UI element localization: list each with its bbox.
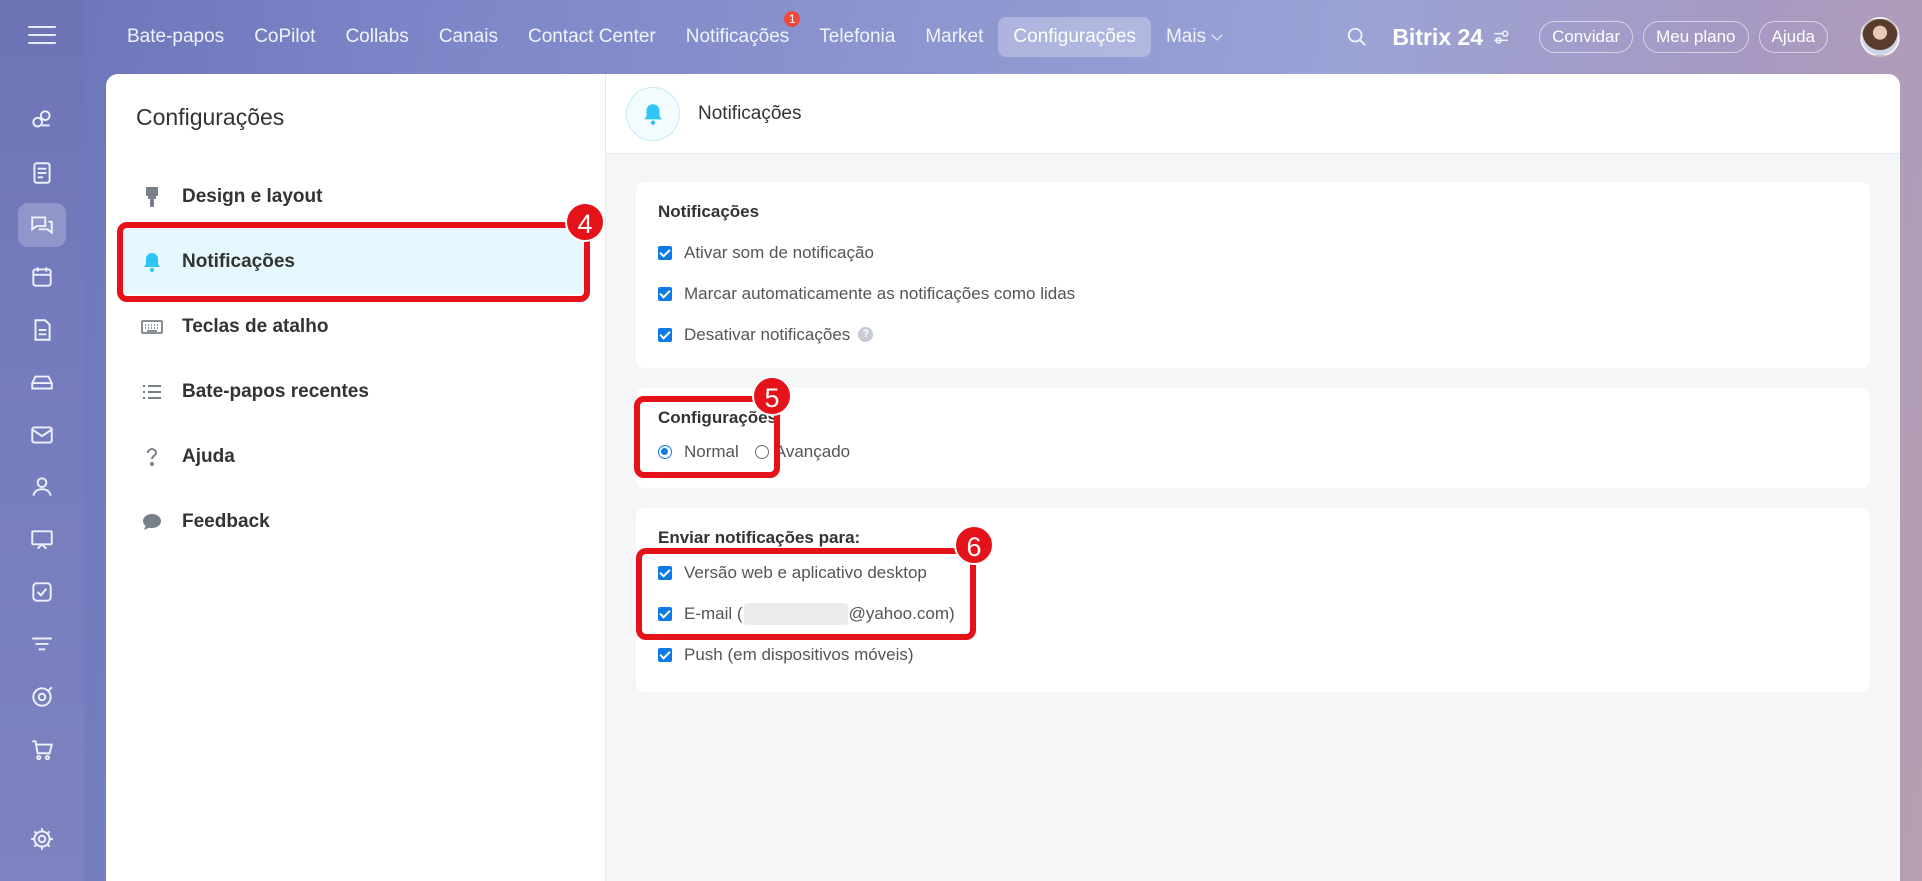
checkbox-checked[interactable] (658, 647, 672, 662)
drive-icon[interactable] (18, 360, 66, 404)
option-sound[interactable]: Ativar som de notificação (658, 232, 1848, 273)
clock-sliders-icon[interactable] (1491, 27, 1511, 47)
invite-button[interactable]: Convidar (1539, 21, 1634, 53)
bell-icon (626, 86, 680, 141)
option-label: Desativar notificações (684, 324, 851, 344)
avatar[interactable] (1860, 17, 1900, 57)
settings-sidebar: Configurações Design e layout Notificaçõ… (106, 74, 606, 881)
content-header: Notificações (606, 74, 1900, 154)
nav-contact-center[interactable]: Contact Center (513, 17, 671, 57)
sidebar-item-label: Feedback (182, 510, 270, 532)
notification-count-badge: 1 (784, 11, 801, 27)
sidebar-item-label: Notificações (182, 250, 295, 272)
sidebar-item-label: Teclas de atalho (182, 315, 329, 337)
option-label-prefix: E-mail ( (684, 603, 743, 623)
radio-advanced[interactable] (754, 445, 769, 459)
keyboard-icon (140, 315, 164, 339)
sidebar-item-label: Ajuda (182, 445, 235, 467)
left-rail (0, 0, 84, 881)
feed-icon[interactable] (18, 151, 66, 195)
copilot-icon[interactable] (18, 98, 66, 142)
page-title: Notificações (698, 102, 802, 124)
option-disable[interactable]: Desativar notificações ? (658, 314, 1848, 355)
settings-icon[interactable] (18, 817, 66, 861)
option-auto-read[interactable]: Marcar automaticamente as notificações c… (658, 273, 1848, 314)
sidebar-item-notificacoes[interactable]: Notificações (120, 229, 591, 294)
hamburger-icon[interactable] (28, 26, 56, 48)
checkbox-checked[interactable] (658, 245, 672, 260)
settings-panel: Configurações Design e layout Notificaçõ… (106, 74, 1900, 881)
notification-settings: Notificações Notificações Ativar som de … (606, 74, 1900, 881)
question-icon (140, 445, 164, 469)
send-to-card: Enviar notificações para: Versão web e a… (636, 508, 1870, 692)
tasks-icon[interactable] (18, 570, 66, 614)
option-label-suffix: @yahoo.com) (848, 603, 955, 623)
chevron-down-icon (1211, 29, 1223, 41)
sidebar-item-ajuda[interactable]: Ajuda (106, 424, 605, 489)
mode-options: Normal Avançado (658, 438, 1848, 466)
top-right-toolbar: Bitrix 24 Convidar Meu plano Ajuda (1346, 16, 1922, 58)
step-badge-4: 4 (565, 202, 605, 242)
nav-collabs[interactable]: Collabs (330, 17, 423, 57)
nav-notificacoes[interactable]: Notificações 1 (671, 11, 805, 57)
sidebar-item-label: Design e layout (182, 185, 323, 207)
option-push[interactable]: Push (em dispositivos móveis) (658, 634, 1848, 675)
nav-mais-label: Mais (1165, 26, 1207, 47)
contacts-icon[interactable] (18, 465, 66, 509)
bell-icon (140, 250, 164, 274)
checkbox-checked[interactable] (658, 565, 672, 580)
nav-copilot[interactable]: CoPilot (239, 17, 330, 57)
mail-icon[interactable] (18, 413, 66, 457)
option-label: Ativar som de notificação (684, 242, 874, 262)
radio-advanced-label[interactable]: Avançado (775, 442, 850, 462)
notifications-card: Notificações Ativar som de notificação M… (636, 182, 1870, 368)
top-navigation: Bate-papos CoPilot Collabs Canais Contac… (112, 11, 1236, 58)
nav-bate-papos[interactable]: Bate-papos (112, 17, 239, 57)
mode-card: Configurações Normal Avançado (636, 388, 1870, 488)
sidebar-item-design[interactable]: Design e layout (106, 164, 605, 229)
option-label: Versão web e aplicativo desktop (684, 562, 927, 582)
workgroups-icon[interactable] (18, 518, 66, 562)
checkbox-checked[interactable] (658, 327, 672, 342)
radio-normal-label[interactable]: Normal (684, 442, 739, 462)
nav-notificacoes-label: Notificações (685, 26, 790, 47)
help-button[interactable]: Ajuda (1758, 21, 1828, 53)
step-badge-5: 5 (752, 376, 792, 416)
brush-icon (140, 185, 164, 209)
sites-icon[interactable] (18, 675, 66, 719)
nav-telefonia[interactable]: Telefonia (804, 17, 910, 57)
redacted-email (743, 602, 848, 625)
documents-icon[interactable] (18, 308, 66, 352)
calendar-icon[interactable] (18, 255, 66, 299)
section-title: Configurações (658, 408, 778, 427)
section-title: Enviar notificações para: (658, 528, 861, 547)
help-icon[interactable]: ? (858, 327, 874, 342)
checkbox-checked[interactable] (658, 286, 672, 301)
nav-market[interactable]: Market (910, 17, 998, 57)
sidebar-item-label: Bate-papos recentes (182, 380, 369, 402)
step-badge-6: 6 (954, 525, 994, 565)
nav-mais[interactable]: Mais (1151, 17, 1236, 57)
sidebar-item-feedback[interactable]: Feedback (106, 489, 605, 554)
list-icon (140, 380, 164, 404)
sidebar-item-teclas[interactable]: Teclas de atalho (106, 294, 605, 359)
option-email[interactable]: E-mail ( @yahoo.com) (658, 593, 1848, 634)
my-plan-button[interactable]: Meu plano (1643, 21, 1749, 53)
section-title: Notificações (658, 202, 760, 221)
search-icon[interactable] (1346, 26, 1368, 48)
option-label: Marcar automaticamente as notificações c… (684, 283, 1076, 303)
option-label: Push (em dispositivos móveis) (684, 644, 914, 664)
nav-canais[interactable]: Canais (424, 17, 513, 57)
option-web[interactable]: Versão web e aplicativo desktop (658, 552, 1848, 593)
shop-icon[interactable] (18, 728, 66, 772)
chat-icon[interactable] (18, 203, 66, 247)
radio-normal[interactable] (658, 445, 672, 459)
nav-configuracoes[interactable]: Configurações (998, 17, 1151, 57)
brand-logo: Bitrix 24 (1392, 23, 1484, 50)
checkbox-checked[interactable] (658, 606, 672, 621)
speech-bubble-icon (140, 510, 164, 534)
crm-icon[interactable] (18, 623, 66, 667)
sidebar-item-bate-papos-recentes[interactable]: Bate-papos recentes (106, 359, 605, 424)
sidebar-title: Configurações (136, 104, 285, 130)
